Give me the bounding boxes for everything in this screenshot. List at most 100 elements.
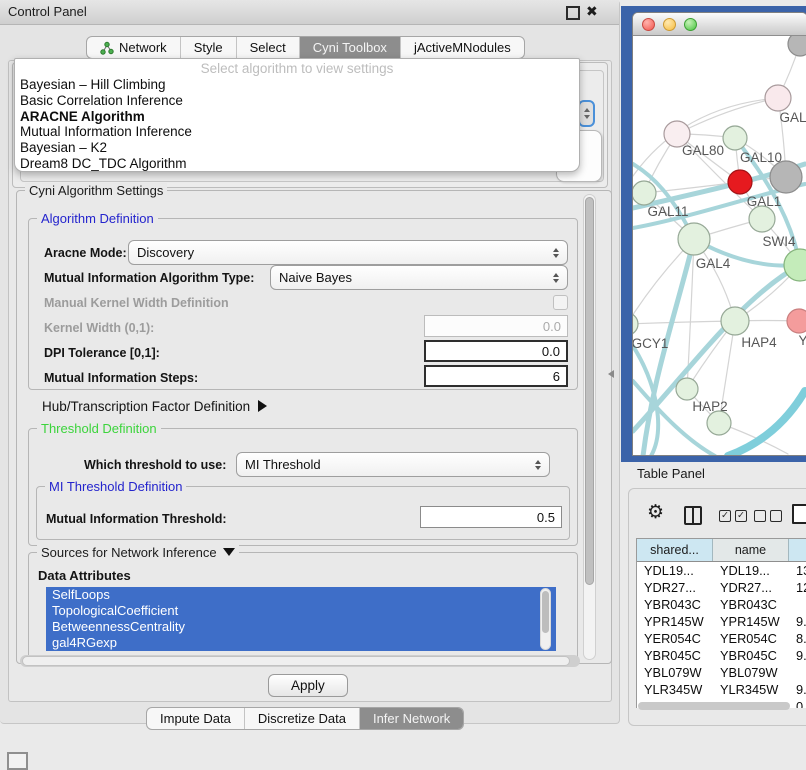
network-node-gal1[interactable]: [749, 206, 775, 232]
mi-steps-label: Mutual Information Steps:: [44, 371, 198, 385]
table-cell: 9.: [789, 614, 806, 629]
hub-section-toggle[interactable]: Hub/Transcription Factor Definition: [42, 399, 267, 414]
export-table-icon[interactable]: [792, 504, 806, 524]
table-row[interactable]: YDR27...YDR27...12: [637, 579, 806, 596]
table-cell: 0: [789, 699, 806, 708]
algorithm-item-bayesian-k2[interactable]: Bayesian – K2: [15, 140, 579, 156]
float-window-icon[interactable]: [566, 6, 580, 20]
network-node-gal4[interactable]: [678, 223, 710, 255]
attribute-item-selfloops[interactable]: SelfLoops: [46, 587, 556, 603]
column-header-shared[interactable]: shared...: [637, 539, 713, 561]
table-hscroll-thumb[interactable]: [638, 702, 790, 710]
mi-threshold-field[interactable]: 0.5: [420, 506, 562, 528]
algorithm-item-dream8-dc-tdc-algorithm[interactable]: Dream8 DC_TDC Algorithm: [15, 156, 579, 172]
table-cell: YBL079W: [637, 665, 713, 680]
data-attributes-label: Data Attributes: [38, 568, 131, 583]
apply-button[interactable]: Apply: [268, 674, 348, 697]
attribute-item-betweennesscentrality[interactable]: BetweennessCentrality: [46, 619, 556, 635]
network-window-titlebar[interactable]: [633, 13, 806, 36]
tab-label: jActiveMNodules: [414, 40, 511, 55]
table-row[interactable]: YBL079WYBL079W: [637, 664, 806, 681]
table-cell: YER054C: [637, 631, 713, 646]
table-row[interactable]: YPR145WYPR145W9.: [637, 613, 806, 630]
algorithm-item-bayesian-hill-climbing[interactable]: Bayesian – Hill Climbing: [15, 77, 579, 93]
network-node-gcy1[interactable]: [633, 313, 638, 335]
tab-select[interactable]: Select: [237, 37, 300, 58]
dpi-tolerance-field[interactable]: 0.0: [424, 340, 568, 362]
tab-style[interactable]: Style: [181, 37, 237, 58]
control-panel-titlebar: Control Panel ✖: [0, 0, 619, 25]
algorithm-item-basic-correlation-inference[interactable]: Basic Correlation Inference: [15, 93, 579, 109]
tab-cyni-toolbox[interactable]: Cyni Toolbox: [300, 37, 401, 58]
table-cell: YPR145W: [713, 614, 789, 629]
network-node-bottom-node[interactable]: [707, 411, 731, 435]
network-node-swi4[interactable]: [784, 249, 806, 281]
mi-steps-field[interactable]: 6: [424, 365, 568, 387]
sources-title[interactable]: Sources for Network Inference: [37, 545, 239, 560]
table-cell: YBR045C: [637, 648, 713, 663]
settings-hscroll-thumb[interactable]: [22, 656, 570, 666]
tab-label: Network: [119, 40, 167, 55]
table-row[interactable]: YLR345WYLR345W9.: [637, 681, 806, 698]
tab-discretize-data[interactable]: Discretize Data: [245, 708, 360, 729]
tab-network[interactable]: Network: [87, 37, 181, 58]
network-edge: [633, 321, 735, 324]
network-edge: [728, 391, 805, 456]
settings-horizontal-scrollbar[interactable]: [20, 655, 580, 667]
close-icon[interactable]: ✖: [586, 3, 598, 20]
attribute-item-gal4rgexp[interactable]: gal4RGexp: [46, 635, 556, 651]
tab-infer-network[interactable]: Infer Network: [360, 708, 463, 729]
network-node-hap4[interactable]: [721, 307, 749, 335]
attribute-item-topologicalcoefficient[interactable]: TopologicalCoefficient: [46, 603, 556, 619]
table-cell: YDL19...: [713, 563, 789, 578]
panel-splitter-handle[interactable]: [608, 370, 614, 378]
network-node-gal11[interactable]: [633, 181, 656, 205]
attributes-list-scrollbar[interactable]: [540, 588, 551, 650]
table-row[interactable]: YBR043CYBR043C: [637, 596, 806, 613]
network-node-gray-top[interactable]: [788, 36, 806, 56]
network-node-gal[interactable]: [765, 85, 791, 111]
column-header-partial[interactable]: [789, 539, 806, 561]
network-node-hap2[interactable]: [676, 378, 698, 400]
settings-scroll-thumb[interactable]: [585, 197, 594, 585]
network-canvas[interactable]: GALGAL80GAL10GAL1GAL11SWI4GAL4GCY1HAP4YH…: [633, 36, 806, 456]
table-cell: YER054C: [713, 631, 789, 646]
tab-jactivemnodules[interactable]: jActiveMNodules: [401, 37, 524, 58]
window-zoom-icon[interactable]: [684, 18, 697, 31]
table-cell: 9.: [789, 682, 806, 697]
combo-arrows-icon: [535, 460, 541, 470]
aracne-mode-select[interactable]: Discovery: [128, 240, 568, 265]
algorithm-item-mutual-information-inference[interactable]: Mutual Information Inference: [15, 124, 579, 140]
table-cell: 8.: [789, 631, 806, 646]
manual-kernel-checkbox[interactable]: [553, 295, 568, 310]
table-row[interactable]: YBR045CYBR045C9.: [637, 647, 806, 664]
select-all-columns-icon[interactable]: ✓✓: [719, 510, 747, 522]
mi-threshold-label: Mutual Information Threshold:: [46, 512, 227, 526]
network-node-gray-large[interactable]: [770, 161, 802, 193]
tab-impute-data[interactable]: Impute Data: [147, 708, 245, 729]
which-threshold-value: MI Threshold: [245, 457, 321, 472]
mi-type-select[interactable]: Naive Bayes: [270, 265, 568, 290]
gear-icon[interactable]: ⚙: [647, 501, 664, 524]
table-panel-title: Table Panel: [637, 466, 705, 481]
table-row[interactable]: YDL19...YDL19...13: [637, 562, 806, 579]
window-close-icon[interactable]: [642, 18, 655, 31]
algorithm-item-aracne-algorithm[interactable]: ARACNE Algorithm: [15, 109, 579, 125]
combo-arrows-icon: [553, 248, 559, 258]
collapsed-arrow-icon: [258, 400, 267, 412]
attributes-scroll-thumb[interactable]: [542, 591, 549, 633]
network-node-gal10[interactable]: [723, 126, 747, 150]
table-row[interactable]: YER054CYER054C8.: [637, 630, 806, 647]
collapsed-panel-icon[interactable]: [7, 752, 28, 770]
settings-vertical-scrollbar[interactable]: [583, 194, 596, 660]
network-node-red-node[interactable]: [728, 170, 752, 194]
which-threshold-label: Which threshold to use:: [84, 458, 226, 472]
network-node-y[interactable]: [787, 309, 806, 333]
which-threshold-select[interactable]: MI Threshold: [236, 452, 550, 477]
columns-icon[interactable]: [684, 506, 702, 525]
kernel-width-field[interactable]: 0.0: [424, 315, 568, 337]
window-minimize-icon[interactable]: [663, 18, 676, 31]
mi-type-value: Naive Bayes: [279, 270, 352, 285]
deselect-all-columns-icon[interactable]: [754, 510, 782, 522]
column-header-name[interactable]: name: [713, 539, 789, 561]
